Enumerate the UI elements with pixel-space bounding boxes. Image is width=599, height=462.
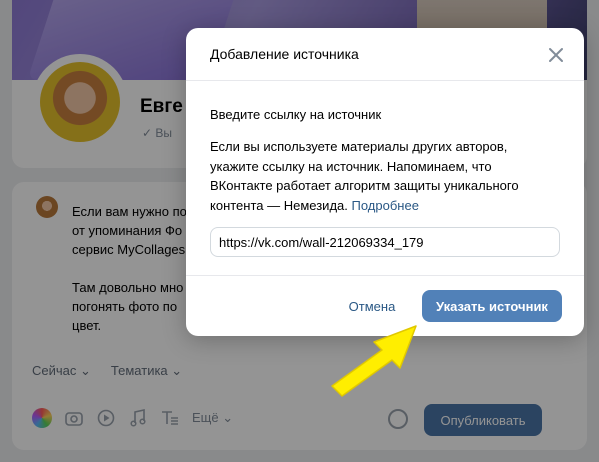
specify-source-button[interactable]: Указать источник [422, 290, 562, 322]
more-info-link[interactable]: Подробнее [352, 198, 419, 213]
modal-header: Добавление источника [186, 28, 584, 81]
source-field-label: Введите ссылку на источник [210, 107, 382, 122]
source-description: Если вы используете материалы других авт… [210, 137, 540, 215]
close-button[interactable] [546, 45, 566, 65]
modal-body: Введите ссылку на источник Если вы испол… [186, 81, 584, 304]
modal-title: Добавление источника [210, 46, 359, 62]
close-icon [549, 48, 563, 62]
cancel-button[interactable]: Отмена [336, 291, 408, 321]
source-url-input[interactable] [210, 227, 560, 257]
add-source-modal: Добавление источника Введите ссылку на и… [186, 28, 584, 336]
modal-footer: Отмена Указать источник [186, 275, 584, 336]
